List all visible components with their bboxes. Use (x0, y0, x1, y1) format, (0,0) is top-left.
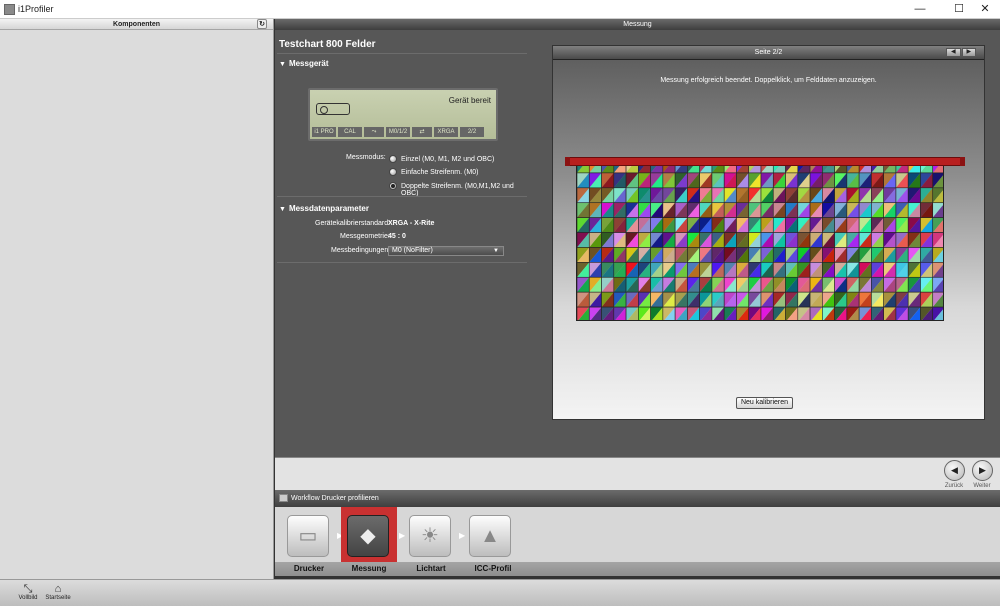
geometry-label: Messgeometrie: (340, 233, 390, 240)
segment-device: i1 PRO (312, 127, 336, 137)
step-label-measurement: Messung (351, 564, 387, 573)
segment-page: 2/2 (460, 127, 484, 137)
view-header: Messung (275, 19, 1000, 30)
minimize-button[interactable]: — (905, 0, 935, 19)
step-label-illuminant: Lichtart (416, 564, 446, 573)
close-button[interactable]: ✕ (970, 0, 1000, 19)
components-panel: Komponenten ↻ (0, 19, 274, 579)
home-button[interactable]: ⌂ Startseite (43, 583, 73, 601)
printer-small-icon (279, 494, 288, 502)
segment-ruler: ⤳ (364, 127, 384, 137)
title-bar: i1Profiler — ☐ ✕ (0, 0, 1000, 19)
settings-panel: Testchart 800 Felder ▼ Messgerät Gerät be… (275, 30, 529, 457)
mode-strip-label: Einfache Streifenm. (M0) (401, 169, 479, 176)
fullscreen-button[interactable]: ⤡ Vollbild (13, 583, 43, 601)
collapse-triangle-icon: ▼ (279, 61, 286, 68)
next-button[interactable]: ▶ (972, 460, 993, 481)
divider (277, 53, 527, 54)
section-device-header[interactable]: ▼ Messgerät (279, 59, 329, 68)
divider (277, 262, 527, 263)
spectrophotometer-icon (316, 103, 350, 115)
measurement-strip (565, 157, 965, 166)
refresh-icon[interactable]: ↻ (257, 19, 267, 29)
bottom-bar: ⤡ Vollbild ⌂ Startseite (0, 579, 1000, 606)
geometry-value: 45 : 0 (388, 233, 406, 240)
section-device-label: Messgerät (288, 59, 329, 68)
divider (277, 196, 527, 197)
device-segments: i1 PRO CAL ⤳ M0/1/2 ⇄ XRGA 2/2 (312, 127, 494, 137)
step-printer[interactable]: ▭ (281, 511, 331, 561)
navigation-bar: ◀ Zurück ▶ Weiter (275, 457, 1000, 490)
pager-next-button[interactable]: ▶ (961, 48, 976, 57)
measure-icon: ◆ (360, 525, 376, 547)
step-icc-profile[interactable]: ▲ (463, 511, 513, 561)
chevron-down-icon: ▼ (493, 248, 499, 254)
fullscreen-icon: ⤡ (23, 583, 33, 595)
home-label: Startseite (45, 595, 71, 601)
radio-mode-single[interactable] (389, 155, 397, 163)
next-label: Weiter (973, 483, 991, 489)
workflow-title: Workflow Drucker profilieren (291, 495, 379, 502)
calib-label: Gerätekalibrierstandard: (315, 220, 391, 227)
segment-xrga: XRGA (434, 127, 458, 137)
mode-label: Messmodus: (346, 154, 386, 161)
patch-grid[interactable] (577, 158, 944, 321)
workflow-steps: ▭ ▶ ◆ ▶ ☀ ▶ ▲ (275, 507, 1000, 563)
back-label: Zurück (944, 483, 964, 489)
device-status: Gerät bereit (448, 96, 491, 105)
app-icon (4, 4, 15, 15)
conditions-select-value: M0 (NoFilter) (392, 247, 433, 254)
pager-prev-button[interactable]: ◀ (946, 48, 961, 57)
segment-swap: ⇄ (412, 127, 432, 137)
collapse-triangle-icon: ▼ (279, 206, 286, 213)
status-message: Messung erfolgreich beendet. Doppelklick… (660, 77, 877, 84)
step-label-printer: Drucker (293, 564, 325, 573)
calib-value: XRGA - X-Rite (388, 220, 435, 227)
components-title: Komponenten (112, 21, 161, 28)
workflow-labels: Drucker Messung Lichtart ICC-Profil (275, 562, 1000, 576)
test-chart[interactable] (576, 157, 944, 321)
mode-double-strip-label: Doppelte Streifenm. (M0,M1,M2 und OBC) (401, 183, 514, 197)
conditions-label: Messbedingungen: (331, 247, 391, 254)
measurement-panel: Seite 2/2 ◀ ▶ Messung erfolgreich beende… (552, 45, 985, 420)
icc-profile-icon: ▲ (480, 525, 500, 547)
back-button[interactable]: ◀ (944, 460, 965, 481)
recalibrate-button[interactable]: Neu kalibrieren (736, 397, 793, 409)
page-title: Testchart 800 Felder (279, 39, 376, 50)
home-icon: ⌂ (54, 583, 62, 595)
radio-mode-double-strip[interactable] (389, 182, 397, 190)
segment-mode: M0/1/2 (386, 127, 410, 137)
strip-cap-left (565, 157, 570, 166)
section-params-header[interactable]: ▼ Messdatenparameter (279, 204, 369, 213)
step-measurement[interactable]: ◆ (341, 507, 397, 563)
measurement-header: Seite 2/2 ◀ ▶ (553, 46, 984, 60)
app-title: i1Profiler (18, 4, 54, 14)
step-label-icc-profile: ICC-Profil (474, 564, 512, 573)
device-display: Gerät bereit i1 PRO CAL ⤳ M0/1/2 ⇄ XRGA … (308, 88, 498, 141)
lightbulb-icon: ☀ (421, 525, 439, 547)
segment-cal: CAL (338, 127, 362, 137)
page-indicator: Seite 2/2 (754, 49, 783, 56)
fullscreen-label: Vollbild (18, 595, 38, 601)
printer-icon: ▭ (298, 525, 318, 547)
radio-mode-strip[interactable] (389, 168, 397, 176)
pager: ◀ ▶ (946, 48, 976, 57)
step-illuminant[interactable]: ☀ (403, 511, 453, 561)
workflow-header: Workflow Drucker profilieren (275, 490, 1000, 507)
components-header: Komponenten ↻ (0, 19, 273, 30)
mode-single-label: Einzel (M0, M1, M2 und OBC) (401, 156, 495, 163)
strip-cap-right (960, 157, 965, 166)
section-params-label: Messdatenparameter (288, 204, 369, 213)
conditions-select[interactable]: M0 (NoFilter) ▼ (388, 246, 504, 256)
